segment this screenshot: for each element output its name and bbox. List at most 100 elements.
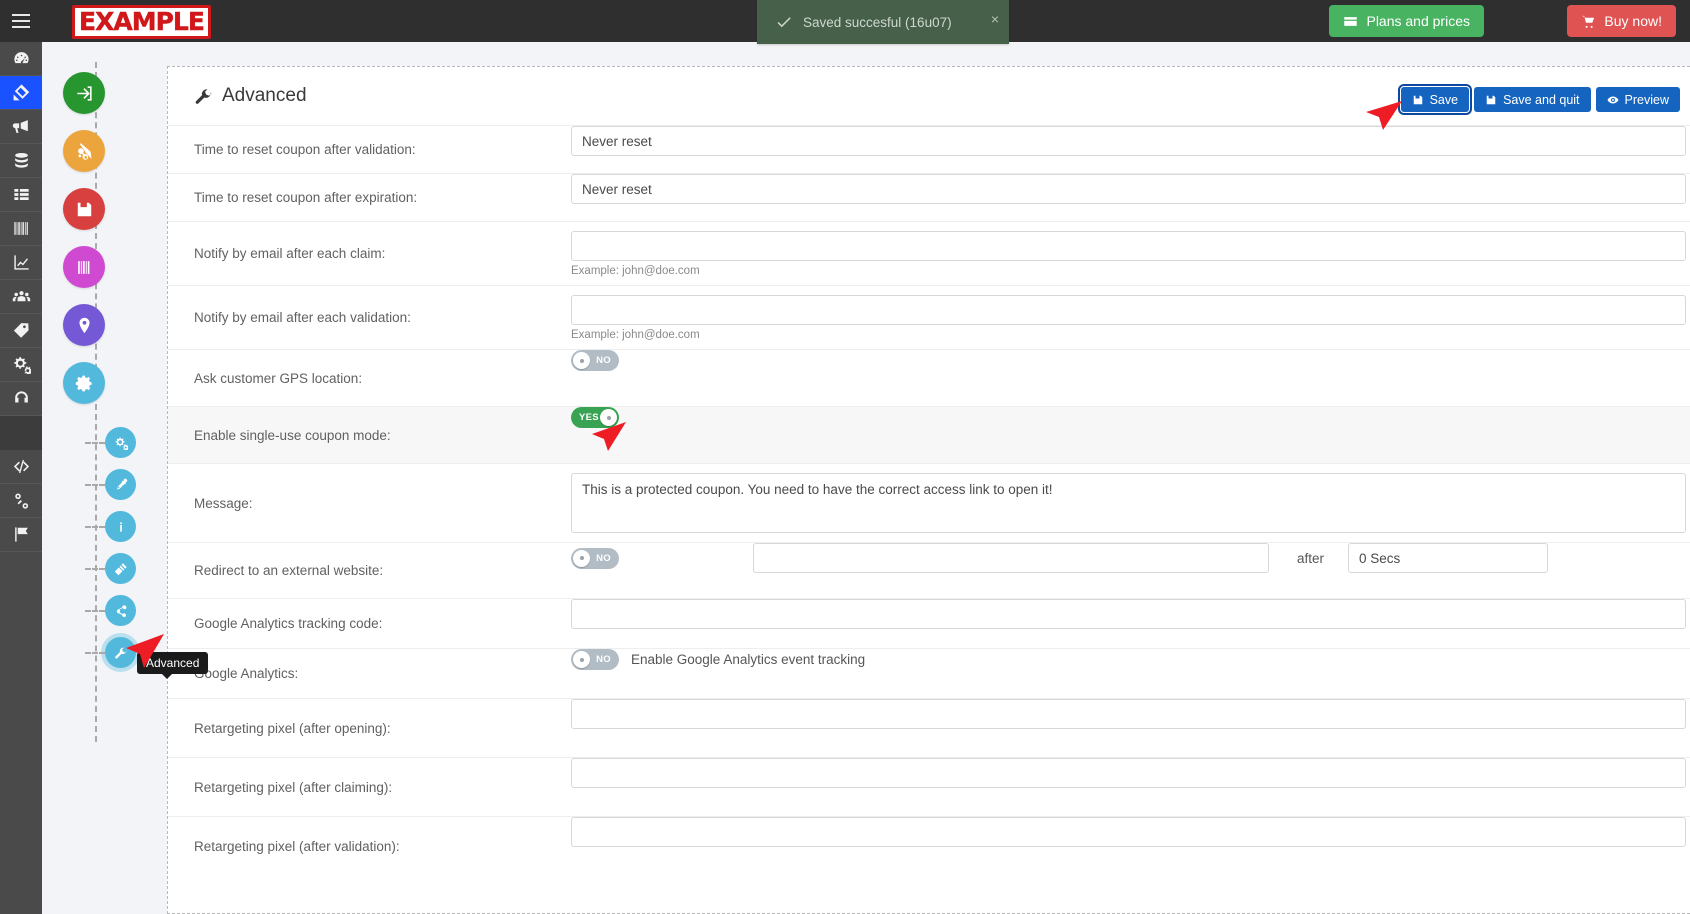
- sidebar-item-campaigns[interactable]: [0, 110, 42, 144]
- field-control: NO: [571, 350, 1690, 371]
- megaphone-icon: [12, 117, 31, 136]
- branch-line: [85, 526, 105, 528]
- panel-header: Advanced Save Save and quit Preview: [168, 67, 1690, 125]
- list-icon: [12, 185, 31, 204]
- page-title: Advanced: [194, 85, 307, 107]
- form-row-pixel-claiming: Retargeting pixel (after claiming):: [168, 757, 1690, 816]
- retargeting-pixel-claiming-input[interactable]: [571, 758, 1686, 788]
- hamburger-icon[interactable]: [8, 8, 34, 34]
- sidebar-item-tags[interactable]: [0, 314, 42, 348]
- cart-icon: [1581, 14, 1596, 29]
- check-icon: [775, 13, 793, 31]
- save-and-quit-button-label: Save and quit: [1503, 93, 1579, 107]
- google-analytics-toggle[interactable]: NO: [571, 649, 619, 670]
- brand-logo-text: EXAMPLE: [79, 7, 204, 36]
- redirect-delay-select[interactable]: 0 Secs: [1348, 543, 1548, 573]
- single-use-coupon-toggle[interactable]: YES: [571, 407, 619, 428]
- panel-action-buttons: Save Save and quit Preview: [1401, 87, 1680, 112]
- redirect-url-input[interactable]: [753, 543, 1269, 573]
- field-hint: Example: john@doe.com: [571, 329, 1690, 341]
- field-control: NO Enable Google Analytics event trackin…: [571, 649, 1690, 670]
- icon-sidebar: [0, 42, 42, 914]
- save-and-quit-button[interactable]: Save and quit: [1474, 87, 1590, 112]
- plans-and-prices-button[interactable]: Plans and prices: [1329, 5, 1484, 37]
- ask-gps-location-toggle[interactable]: NO: [571, 350, 619, 371]
- sidebar-item-links[interactable]: [0, 484, 42, 518]
- field-label: Ask customer GPS location:: [194, 350, 571, 406]
- floppy-icon: [75, 200, 94, 219]
- save-button[interactable]: Save: [1401, 87, 1470, 112]
- field-label: Retargeting pixel (after claiming):: [194, 758, 571, 816]
- field-label: Notify by email after each claim:: [194, 222, 571, 285]
- tags-icon: [12, 321, 31, 340]
- substep-advanced[interactable]: [105, 637, 136, 668]
- sidebar-item-dashboard[interactable]: [0, 42, 42, 76]
- toast-notification: Saved succesful (16u07) ×: [757, 0, 1009, 44]
- reset-after-expiration-select[interactable]: Never reset: [571, 174, 1686, 204]
- field-control: Never reset: [571, 126, 1690, 156]
- step-track: Advanced: [42, 42, 167, 914]
- step-settings[interactable]: [63, 362, 105, 404]
- after-label: after: [1297, 551, 1324, 566]
- toggle-knob: [573, 550, 590, 567]
- message-textarea[interactable]: This is a protected coupon. You need to …: [571, 473, 1686, 533]
- retargeting-pixel-opening-input[interactable]: [571, 699, 1686, 729]
- toast-close-icon[interactable]: ×: [991, 11, 999, 27]
- scissors-icon: [75, 142, 94, 161]
- field-label: Google Analytics tracking code:: [194, 599, 571, 648]
- step-design[interactable]: [63, 130, 105, 172]
- field-control: Example: john@doe.com: [571, 286, 1690, 341]
- step-start[interactable]: [63, 72, 105, 114]
- sidebar-item-barcodes[interactable]: [0, 212, 42, 246]
- tooltip-text: Advanced: [146, 656, 199, 670]
- redirect-toggle[interactable]: NO: [571, 548, 619, 569]
- step-barcode[interactable]: [63, 246, 105, 288]
- buy-now-button[interactable]: Buy now!: [1567, 5, 1676, 37]
- field-control: [571, 758, 1690, 788]
- field-control: NO after 0 Secs: [571, 543, 1690, 573]
- sidebar-divider: [0, 416, 42, 450]
- substep-design[interactable]: [105, 469, 136, 500]
- gears-icon: [12, 355, 31, 374]
- sidebar-item-settings[interactable]: [0, 348, 42, 382]
- reset-after-validation-select[interactable]: Never reset: [571, 126, 1686, 156]
- form-row-reset-after-validation: Time to reset coupon after validation: N…: [168, 125, 1690, 173]
- field-label: Retargeting pixel (after validation):: [194, 817, 571, 875]
- step-save[interactable]: [63, 188, 105, 230]
- brand-logo[interactable]: EXAMPLE: [72, 5, 211, 39]
- field-label: Enable single-use coupon mode:: [194, 407, 571, 463]
- step-location[interactable]: [63, 304, 105, 346]
- branch-line: [85, 610, 105, 612]
- sidebar-item-customers[interactable]: [0, 280, 42, 314]
- sidebar-item-statistics[interactable]: [0, 246, 42, 280]
- field-control: Never reset: [571, 174, 1690, 204]
- substep-legal[interactable]: [105, 553, 136, 584]
- ga-tracking-code-input[interactable]: [571, 599, 1686, 629]
- field-label: Retargeting pixel (after opening):: [194, 699, 571, 757]
- wrench-icon: [114, 646, 128, 660]
- form-row-ga-tracking-code: Google Analytics tracking code:: [168, 598, 1690, 648]
- substep-social[interactable]: [105, 595, 136, 626]
- field-label: Google Analytics:: [194, 649, 571, 698]
- speedometer-icon: [12, 49, 31, 68]
- gears-icon: [114, 436, 128, 450]
- save-button-label: Save: [1430, 93, 1459, 107]
- field-label: Notify by email after each validation:: [194, 286, 571, 349]
- sidebar-item-lists[interactable]: [0, 178, 42, 212]
- form-row-single-use: Enable single-use coupon mode: YES: [168, 406, 1690, 463]
- sidebar-item-support[interactable]: [0, 382, 42, 416]
- google-analytics-side-label: Enable Google Analytics event tracking: [631, 652, 865, 667]
- sidebar-item-flags[interactable]: [0, 518, 42, 552]
- plans-and-prices-label: Plans and prices: [1366, 13, 1470, 29]
- preview-button[interactable]: Preview: [1596, 87, 1680, 112]
- toggle-state-label: NO: [596, 654, 611, 665]
- retargeting-pixel-validation-input[interactable]: [571, 817, 1686, 847]
- notify-email-claim-input[interactable]: [571, 231, 1686, 261]
- form-row-google-analytics: Google Analytics: NO Enable Google Analy…: [168, 648, 1690, 698]
- substep-info[interactable]: [105, 511, 136, 542]
- sidebar-item-database[interactable]: [0, 144, 42, 178]
- sidebar-item-developer[interactable]: [0, 450, 42, 484]
- notify-email-validation-input[interactable]: [571, 295, 1686, 325]
- sidebar-item-coupons[interactable]: [0, 76, 42, 110]
- substep-options[interactable]: [105, 427, 136, 458]
